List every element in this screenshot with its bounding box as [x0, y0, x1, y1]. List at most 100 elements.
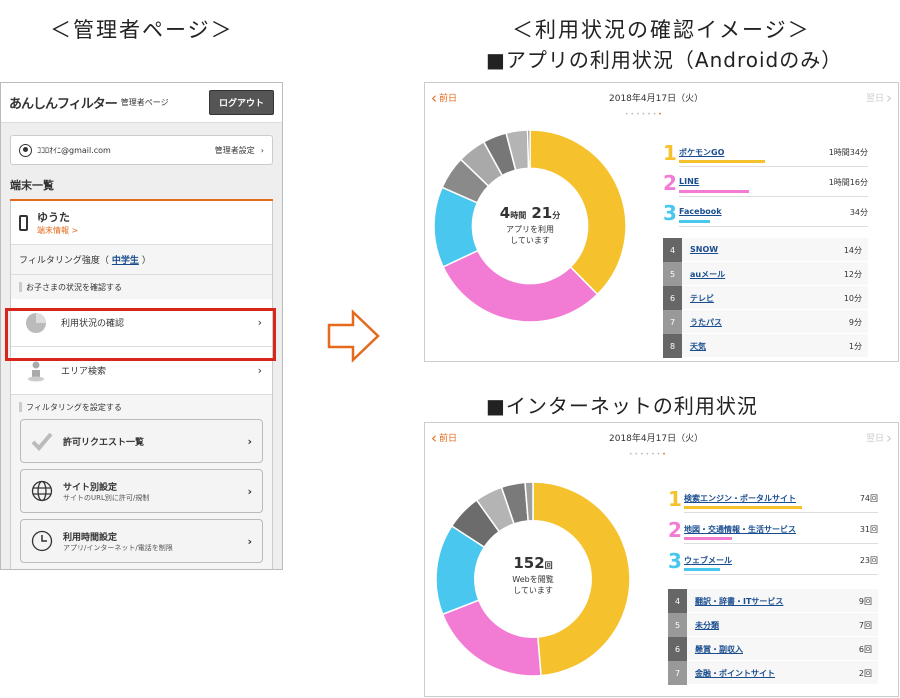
device-list-title: 端末一覧 [10, 177, 273, 201]
admin-settings-link[interactable]: 管理者設定 [215, 145, 255, 156]
app-name-link[interactable]: 天気 [690, 341, 706, 352]
account-row[interactable]: ｺｺﾛｵｲﾆ@gmail.com 管理者設定 › [10, 135, 273, 165]
usage-time: 1時間34分 [828, 148, 868, 157]
web-total: 152回 Webを閲覧 しています [478, 553, 588, 596]
app-ranking: 1 ポケモンGO 1時間34分 2 LINE 1時間16分 3 Facebook 34分 4… [663, 141, 868, 361]
app-name-link[interactable]: LINE [679, 177, 699, 186]
prev-day-label: 前日 [439, 434, 458, 444]
view-count: 9回 [858, 597, 872, 606]
prev-day-link[interactable]: ‹ 前日 [431, 429, 457, 447]
logout-button[interactable]: ログアウト [208, 90, 274, 115]
divider [679, 226, 868, 227]
settings-list: 許可リクエスト一覧 › サイト別設定 サイトのURL別に許可/規制 › 利用時間… [11, 419, 272, 569]
device-info-link[interactable]: 端末情報 > [37, 225, 78, 236]
app-name-link[interactable]: Facebook [679, 207, 722, 216]
filter-level-link[interactable]: 中学生 [112, 253, 139, 266]
total-minutes: 21 [531, 204, 553, 222]
device-card: ゆうた 端末情報 > フィルタリング強度（ 中学生 ） お子さまの状況を確認する… [10, 201, 273, 569]
ranking-item[interactable]: 5 未分類 7回 [668, 613, 878, 637]
time-settings-button[interactable]: 利用時間設定 アプリ/インターネット/電話を制限 › [20, 519, 263, 563]
category-link[interactable]: ウェブメール [684, 555, 732, 566]
category-link[interactable]: 検索エンジン・ポータルサイト [684, 493, 796, 504]
usage-time: 14分 [843, 246, 862, 255]
area-search-label: エリア検索 [61, 367, 107, 377]
rank-number: 2 [663, 171, 677, 195]
app-name-link[interactable]: うたパス [690, 317, 722, 328]
rank-number: 1 [668, 487, 682, 511]
ranking-item[interactable]: 6 テレビ 10分 [663, 286, 868, 310]
usage-time: 12分 [843, 270, 862, 279]
usage-bar [679, 160, 766, 163]
rank-number: 8 [663, 334, 682, 358]
account-email: ｺｺﾛｵｲﾆ@gmail.com [37, 145, 111, 155]
center-label-line2: しています [513, 586, 553, 595]
chevron-right-icon: › [886, 89, 892, 107]
next-day-link[interactable]: 翌日 › [866, 429, 892, 447]
filter-strength-close: ） [141, 256, 151, 266]
app-logo: あんしんフィルター [9, 97, 118, 112]
ranking-item[interactable]: 7 金融・ポイントサイト 2回 [668, 661, 878, 685]
view-count: 7回 [858, 621, 872, 630]
category-link[interactable]: 金融・ポイントサイト [695, 668, 775, 679]
app-name-link[interactable]: auメール [690, 269, 725, 280]
site-settings-button[interactable]: サイト別設定 サイトのURL別に許可/規制 › [20, 469, 263, 513]
rank-number: 5 [668, 613, 687, 637]
usage-bar [684, 568, 720, 571]
rank-number: 4 [663, 238, 682, 262]
next-day-label: 翌日 [865, 94, 884, 104]
ranking-item[interactable]: 4 翻訳・辞書・ITサービス 9回 [668, 589, 878, 613]
device-item[interactable]: ゆうた 端末情報 > [11, 201, 272, 245]
chevron-right-icon: › [257, 364, 262, 377]
app-header: あんしんフィルター 管理者ページ ログアウト [1, 83, 282, 123]
prev-day-label: 前日 [439, 94, 458, 104]
app-name-link[interactable]: テレビ [690, 293, 714, 304]
category-link[interactable]: 地図・交通情報・生活サービス [684, 524, 796, 535]
total-count: 152 [513, 554, 545, 572]
filter-strength: フィルタリング強度（ 中学生 ） [11, 245, 272, 275]
center-label-line1: Webを閲覧 [512, 575, 554, 584]
divider [684, 574, 878, 575]
app-name-link[interactable]: ポケモンGO [679, 147, 724, 158]
donut-slice [442, 249, 599, 323]
rank-number: 7 [663, 310, 682, 334]
globe-icon [31, 480, 53, 502]
donut-slice [441, 599, 542, 677]
usage-time: 1時間16分 [828, 178, 868, 187]
ranking-item[interactable]: 1 検索エンジン・ポータルサイト 74回 [668, 487, 878, 517]
category-link[interactable]: 翻訳・辞書・ITサービス [695, 596, 783, 607]
web-ranking: 1 検索エンジン・ポータルサイト 74回 2 地図・交通情報・生活サービス 31回 3ウ… [668, 487, 878, 689]
ranking-item[interactable]: 5 auメール 12分 [663, 262, 868, 286]
rank-number: 6 [663, 286, 682, 310]
admin-label: 管理者ページ [120, 98, 169, 107]
date-label: 2018年4月17日（火） [609, 94, 704, 104]
chevron-right-icon: › [260, 145, 264, 155]
ranking-item[interactable]: 6 懸賞・副収入 6回 [668, 637, 878, 661]
divider [679, 196, 868, 197]
chevron-right-icon: › [886, 429, 892, 447]
ranking-item[interactable]: 7 うたパス 9分 [663, 310, 868, 334]
ranking-item[interactable]: 2 地図・交通情報・生活サービス 31回 [668, 518, 878, 548]
rank-number: 1 [663, 141, 677, 165]
app-usage-heading: ■アプリの利用状況（Androidのみ） [486, 48, 843, 72]
permit-request-button[interactable]: 許可リクエスト一覧 › [20, 419, 263, 463]
next-day-link[interactable]: 翌日 › [866, 89, 892, 107]
category-link[interactable]: 未分類 [695, 620, 719, 631]
ranking-item[interactable]: 4 SNOW 14分 [663, 238, 868, 262]
rank-number: 2 [668, 518, 682, 542]
usage-bar [684, 506, 802, 509]
chevron-right-icon: › [247, 484, 252, 498]
prev-day-link[interactable]: ‹ 前日 [431, 89, 457, 107]
ranking-item[interactable]: 3 Facebook 34分 [663, 201, 868, 231]
ranking-item[interactable]: 3 ウェブメール 23回 [668, 549, 878, 579]
ranking-item[interactable]: 8 天気 1分 [663, 334, 868, 358]
site-settings-sub: サイトのURL別に許可/規制 [63, 493, 150, 502]
view-count: 23回 [859, 556, 878, 565]
ranking-item[interactable]: 2 LINE 1時間16分 [663, 171, 868, 201]
view-count: 6回 [858, 645, 872, 654]
ranking-item[interactable]: 1 ポケモンGO 1時間34分 [663, 141, 868, 171]
center-label-line1: アプリを利用 [506, 225, 554, 234]
app-name-link[interactable]: SNOW [690, 245, 718, 254]
view-count: 74回 [859, 494, 878, 503]
filter-strength-label: フィルタリング強度（ [19, 256, 109, 266]
category-link[interactable]: 懸賞・副収入 [695, 644, 743, 655]
